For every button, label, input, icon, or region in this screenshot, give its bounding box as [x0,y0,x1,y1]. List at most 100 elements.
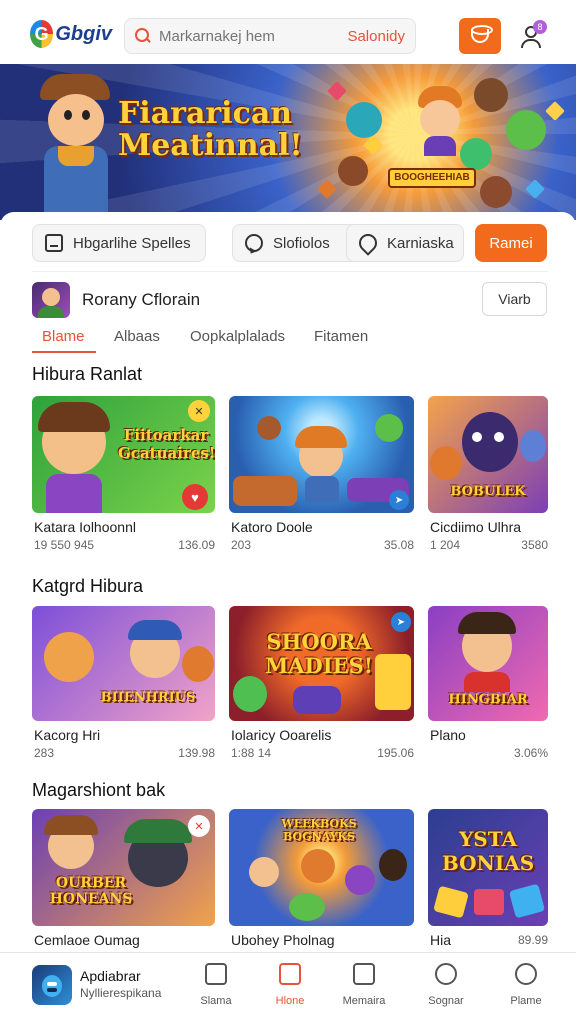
app-logo[interactable]: G Gbgiv [30,18,112,50]
game-players: 283 [34,746,55,760]
profile-icon [515,963,537,985]
app-name: Apdiabrar [80,968,141,984]
game-card[interactable]: OURBER HONEANS ✕ Cemlaoe Oumag [32,809,215,951]
game-thumbnail: OURBER HONEANS ✕ [32,809,215,926]
game-card[interactable]: WEEKBOKS BOGNAYKS Ubohey Pholnag [229,809,414,951]
share-icon[interactable]: ➤ [391,612,411,632]
logo-mark-icon: G [30,20,54,48]
game-thumbnail: BIIENHRIUS [32,606,215,721]
game-price: 89.99 [517,933,548,947]
trophy-icon [471,25,493,43]
search-input[interactable] [159,27,339,45]
game-thumbnail: WEEKBOKS BOGNAYKS [229,809,414,926]
game-name: Iolaricy Ooarelis [231,727,332,743]
notification-badge: 8 [533,20,547,34]
game-price: 35.08 [383,538,414,552]
game-card[interactable]: YSTA BONIAS Hia 89.99 [428,809,548,951]
nav-item-plame[interactable]: Plame [498,963,554,1015]
game-name: Katoro Doole [231,519,313,535]
app-icon[interactable] [32,965,72,1005]
tab-fitamen[interactable]: Fitamen [314,328,368,345]
game-card[interactable]: Fiitoarkar Gcatuaires! ✕ ♥ Katara Iolhoo… [32,396,215,556]
search-icon [435,963,457,985]
app-subtitle: Nyllierespikana [80,986,162,1000]
game-name: Cicdiimo Ulhra [430,519,522,535]
filter-chips: Hbgarlihe Spelles Slofiolos Karniaska Ra… [32,224,548,262]
filter-chip-label: Hbgarlihe Spelles [73,234,191,252]
creature-icon [338,156,368,186]
active-tab-indicator [32,351,96,353]
game-name: Cemlaoe Oumag [34,932,140,948]
game-name: Plano [430,727,466,743]
filter-chip-slots[interactable]: Slofiolos [232,224,362,262]
home-icon [279,963,301,985]
nav-item-sognar[interactable]: Sognar [418,963,474,1015]
section-title: Magarshiont bak [32,780,166,800]
game-players: 203 [231,538,252,552]
trophy-button[interactable] [459,18,501,54]
top-header: G Gbgiv Salonidy 8 [0,0,576,64]
game-card[interactable]: BOBULEK Cicdiimo Ulhra 1 204 3580 [428,396,548,556]
tab-albaas[interactable]: Albaas [114,328,160,345]
game-name: Ubohey Pholnag [231,932,335,948]
tag-icon [355,230,381,256]
game-name: Katara Iolhoonnl [34,519,136,535]
nav-label: Plame [510,995,542,1007]
book-icon [353,963,375,985]
search-filter-select[interactable]: Salonidy [347,28,405,45]
game-price: 136.09 [178,538,215,552]
creator-row: Rorany Cflorain Viarb [32,282,548,318]
nav-label: Hlone [275,995,305,1007]
avatar[interactable] [32,282,70,318]
game-thumbnail: HINGBIAR [428,606,548,721]
tab-oopkalplalads[interactable]: Oopkalplalads [190,328,285,345]
game-card[interactable]: SHOORA MADIES! ➤ Iolaricy Ooarelis 1:88 … [229,606,414,762]
divider [32,271,548,272]
game-card[interactable]: HINGBIAR Plano 3.06% [428,606,548,762]
close-icon[interactable]: ✕ [188,400,210,422]
game-name: Kacorg Hri [34,727,101,743]
game-players: 19 550 945 [34,538,95,552]
section-title: Katgrd Hibura [32,576,144,596]
nav-item-slama[interactable]: Slama [188,963,244,1015]
creature-icon [506,110,546,150]
account-button[interactable]: 8 [515,20,547,52]
game-thumbnail: BOBULEK [428,396,548,513]
tab-blame[interactable]: Blame [42,328,85,345]
filter-chip-karniaska[interactable]: Karniaska [346,224,464,262]
game-players: 1:88 14 [231,746,272,760]
game-thumbnail: SHOORA MADIES! ➤ [229,606,414,721]
content-sheet: Hbgarlihe Spelles Slofiolos Karniaska Ra… [0,212,576,952]
creature-icon [480,176,512,208]
nav-item-memaira[interactable]: Memaira [336,963,392,1015]
nav-item-home[interactable]: Hlone [262,963,318,1015]
creature-icon [346,102,382,138]
search-icon [135,28,151,44]
banner-badge: BOOGHEEHIAB [388,168,476,188]
nav-label: Slama [200,995,232,1007]
filter-chip-primary[interactable]: Ramei [475,224,547,262]
user-icon-body [521,39,541,48]
game-card[interactable]: ➤ Katoro Doole 203 35.08 [229,396,414,556]
bottom-navigation: Apdiabrar Nyllierespikana Slama Hlone Me… [0,952,576,1024]
game-price: 3580 [521,538,548,552]
game-card[interactable]: BIIENHRIUS Kacorg Hri 283 139.98 [32,606,215,762]
view-button[interactable]: Viarb [482,282,547,316]
hero-banner[interactable]: Fiararican Meatinnal! BOOGHEEHIAB [0,64,576,220]
chat-bubble-icon [245,234,263,252]
banner-title: Fiararican Meatinnal! [118,96,303,163]
nav-label: Memaira [342,995,386,1007]
game-price: 139.98 [178,746,215,760]
filter-chip-label: Karniaska [387,234,454,252]
close-icon[interactable]: ✕ [188,815,210,837]
filter-chip-games[interactable]: Hbgarlihe Spelles [32,224,206,262]
game-thumbnail: YSTA BONIAS [428,809,548,926]
creator-name: Rorany Cflorain [82,290,201,309]
creature-icon [460,138,492,170]
category-tabs: Blame Albaas Oopkalplalads Fitamen [32,324,548,354]
gift-icon[interactable]: ♥ [182,484,208,510]
share-icon[interactable]: ➤ [389,490,409,510]
game-name: Hia [430,932,452,948]
search-bar[interactable]: Salonidy [124,18,416,54]
filter-chip-label: Slofiolos [273,234,330,252]
